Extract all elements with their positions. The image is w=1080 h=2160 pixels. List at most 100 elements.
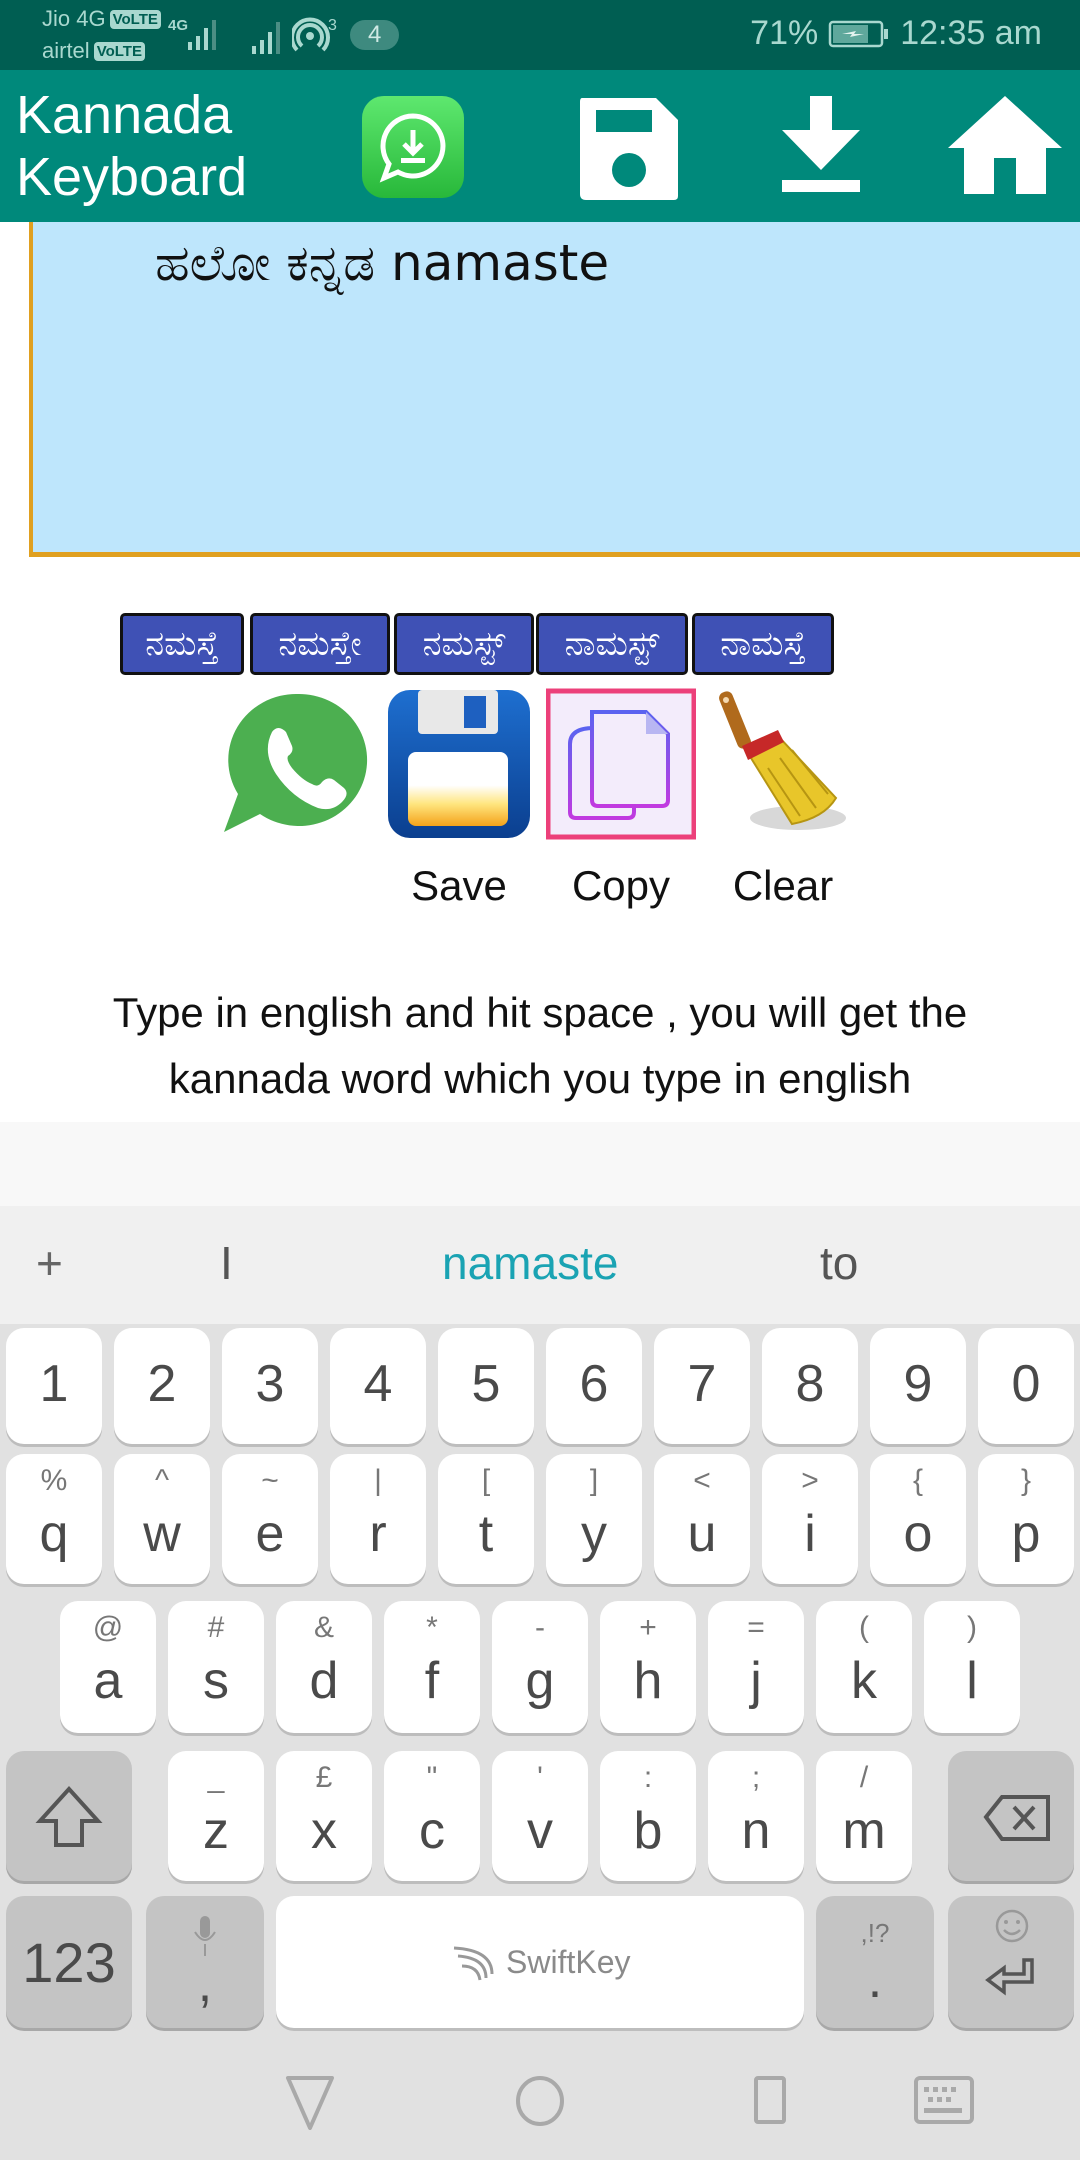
space-key-brand: SwiftKey	[506, 1944, 631, 1980]
key-2-main[interactable]: & d	[276, 1601, 372, 1733]
key-number_row-3[interactable]: 4	[330, 1328, 426, 1444]
key-label: q	[39, 1505, 69, 1563]
key-4-main[interactable]: :b	[600, 1751, 696, 1881]
key-number_row-4[interactable]: 5	[438, 1328, 534, 1444]
home-nav-button[interactable]	[500, 2070, 580, 2130]
key-6-main[interactable]: = j	[708, 1601, 804, 1733]
key-6-main[interactable]: / m	[816, 1751, 912, 1881]
status-bar: Jio 4G VoLTE airtel VoLTE 4G 3 4 71% 12:35…	[0, 0, 1080, 70]
key-5-main[interactable]: ] y	[546, 1454, 642, 1584]
key-4-main[interactable]: -g	[492, 1601, 588, 1733]
key-3-main[interactable]: * f	[384, 1601, 480, 1733]
key-label: 4	[363, 1355, 393, 1413]
key-number_row-9[interactable]: 0	[978, 1328, 1074, 1444]
key-4-main[interactable]: [t	[438, 1454, 534, 1584]
period-key[interactable]: ,!? .	[816, 1896, 934, 2028]
suggestion-chip[interactable]: ನಾಮಸ್ಟ್	[536, 613, 688, 675]
key-secondary-label: _	[207, 1761, 225, 1794]
hotspot-count: 3	[328, 17, 337, 34]
key-secondary-label: @	[92, 1611, 124, 1644]
suggestion-chip[interactable]: ನಮಸ್ತೇ	[250, 613, 390, 675]
key-label: g	[525, 1652, 555, 1710]
key-label: o	[903, 1505, 933, 1563]
key-number_row-7[interactable]: 8	[762, 1328, 858, 1444]
key-number_row-2[interactable]: 3	[222, 1328, 318, 1444]
signal-icon	[252, 22, 280, 54]
key-5-main[interactable]: + h	[600, 1601, 696, 1733]
key-0-main[interactable]: % q	[6, 1454, 102, 1584]
suggestion-center[interactable]: namaste	[442, 1236, 618, 1290]
symbols-key[interactable]: 123	[6, 1896, 132, 2028]
key-0-main[interactable]: @ a	[60, 1601, 156, 1733]
space-key[interactable]: SwiftKey	[276, 1896, 804, 2028]
suggestion-chip[interactable]: ನಮಸ್ಟ್	[394, 613, 534, 675]
app-bar: Kannada Keyboard	[0, 70, 1080, 222]
key-secondary-label: "	[426, 1761, 438, 1794]
key-secondary-label: *	[426, 1611, 438, 1644]
key-number_row-6[interactable]: 7	[654, 1328, 750, 1444]
clock: 12:35 am	[900, 14, 1042, 52]
toolbar-expand-button[interactable]: +	[36, 1236, 63, 1290]
key-7-main[interactable]: (k	[816, 1601, 912, 1733]
suggestion-chip[interactable]: ನಾಮಸ್ತೆ	[692, 613, 834, 675]
backspace-key[interactable]	[948, 1751, 1074, 1881]
key-6-main[interactable]: < u	[654, 1454, 750, 1584]
key-number_row-5[interactable]: 6	[546, 1328, 642, 1444]
key-label: w	[143, 1505, 181, 1563]
home-button[interactable]	[948, 96, 1062, 196]
key-8-main[interactable]: ) l	[924, 1601, 1020, 1733]
save-button[interactable]	[576, 94, 682, 202]
back-button[interactable]	[270, 2070, 350, 2130]
keyboard-switch-button[interactable]	[904, 2070, 984, 2130]
key-0-main[interactable]: _ z	[168, 1751, 264, 1881]
key-8-main[interactable]: {o	[870, 1454, 966, 1584]
suggestion-left[interactable]: I	[220, 1236, 233, 1290]
battery-percent: 71%	[750, 14, 819, 52]
key-secondary-label: &	[313, 1611, 334, 1644]
keyboard-top-spacer	[0, 1122, 1080, 1206]
key-2-main[interactable]: ~ e	[222, 1454, 318, 1584]
key-secondary-label: ]	[589, 1464, 599, 1497]
comma-key[interactable]: ,	[146, 1896, 264, 2028]
key-label: l	[966, 1652, 978, 1710]
key-label: t	[478, 1505, 494, 1563]
download-button[interactable]	[776, 94, 866, 198]
editor-text: ಹಲೋ ಕನ್ನಡ namaste	[155, 234, 610, 292]
key-label: 9	[903, 1355, 933, 1413]
text-editor[interactable]: ಹಲೋ ಕನ್ನಡ namaste	[29, 222, 1080, 557]
whatsapp-status-download-button[interactable]	[362, 96, 464, 198]
signal-4g-icon: 4G	[168, 17, 216, 50]
period-key-sub: ,!?	[860, 1918, 890, 1948]
recents-button[interactable]	[730, 2070, 810, 2130]
key-5-main[interactable]: ; n	[708, 1751, 804, 1881]
suggestion-chip[interactable]: ನಮಸ್ತೆ	[120, 613, 244, 675]
suggestion-right[interactable]: to	[820, 1236, 858, 1290]
key-secondary-label: -	[535, 1611, 545, 1644]
key-label: 3	[255, 1355, 285, 1413]
key-number_row-0[interactable]: 1	[6, 1328, 102, 1444]
key-secondary-label: =	[747, 1611, 765, 1644]
key-label: a	[93, 1652, 123, 1710]
enter-key[interactable]	[948, 1896, 1074, 2028]
key-number_row-8[interactable]: 9	[870, 1328, 966, 1444]
save-file-button[interactable]	[384, 688, 534, 840]
key-1-main[interactable]: ^ w	[114, 1454, 210, 1584]
copy-button[interactable]	[545, 688, 697, 840]
clear-button[interactable]	[708, 688, 858, 840]
key-label: v	[527, 1802, 553, 1860]
key-label: 8	[795, 1355, 825, 1413]
key-secondary-label: [	[481, 1464, 491, 1497]
key-7-main[interactable]: > i	[762, 1454, 858, 1584]
key-2-main[interactable]: " c	[384, 1751, 480, 1881]
shift-key[interactable]	[6, 1751, 132, 1881]
key-1-main[interactable]: # s	[168, 1601, 264, 1733]
key-9-main[interactable]: } p	[978, 1454, 1074, 1584]
swiftkey-logo-icon	[453, 1946, 494, 1981]
key-3-main[interactable]: ' v	[492, 1751, 588, 1881]
whatsapp-share-button[interactable]	[220, 688, 370, 840]
key-3-main[interactable]: | r	[330, 1454, 426, 1584]
key-number_row-1[interactable]: 2	[114, 1328, 210, 1444]
key-label: e	[255, 1505, 285, 1563]
key-1-main[interactable]: £ x	[276, 1751, 372, 1881]
status-right: 71% 12:35 am	[750, 14, 1042, 53]
